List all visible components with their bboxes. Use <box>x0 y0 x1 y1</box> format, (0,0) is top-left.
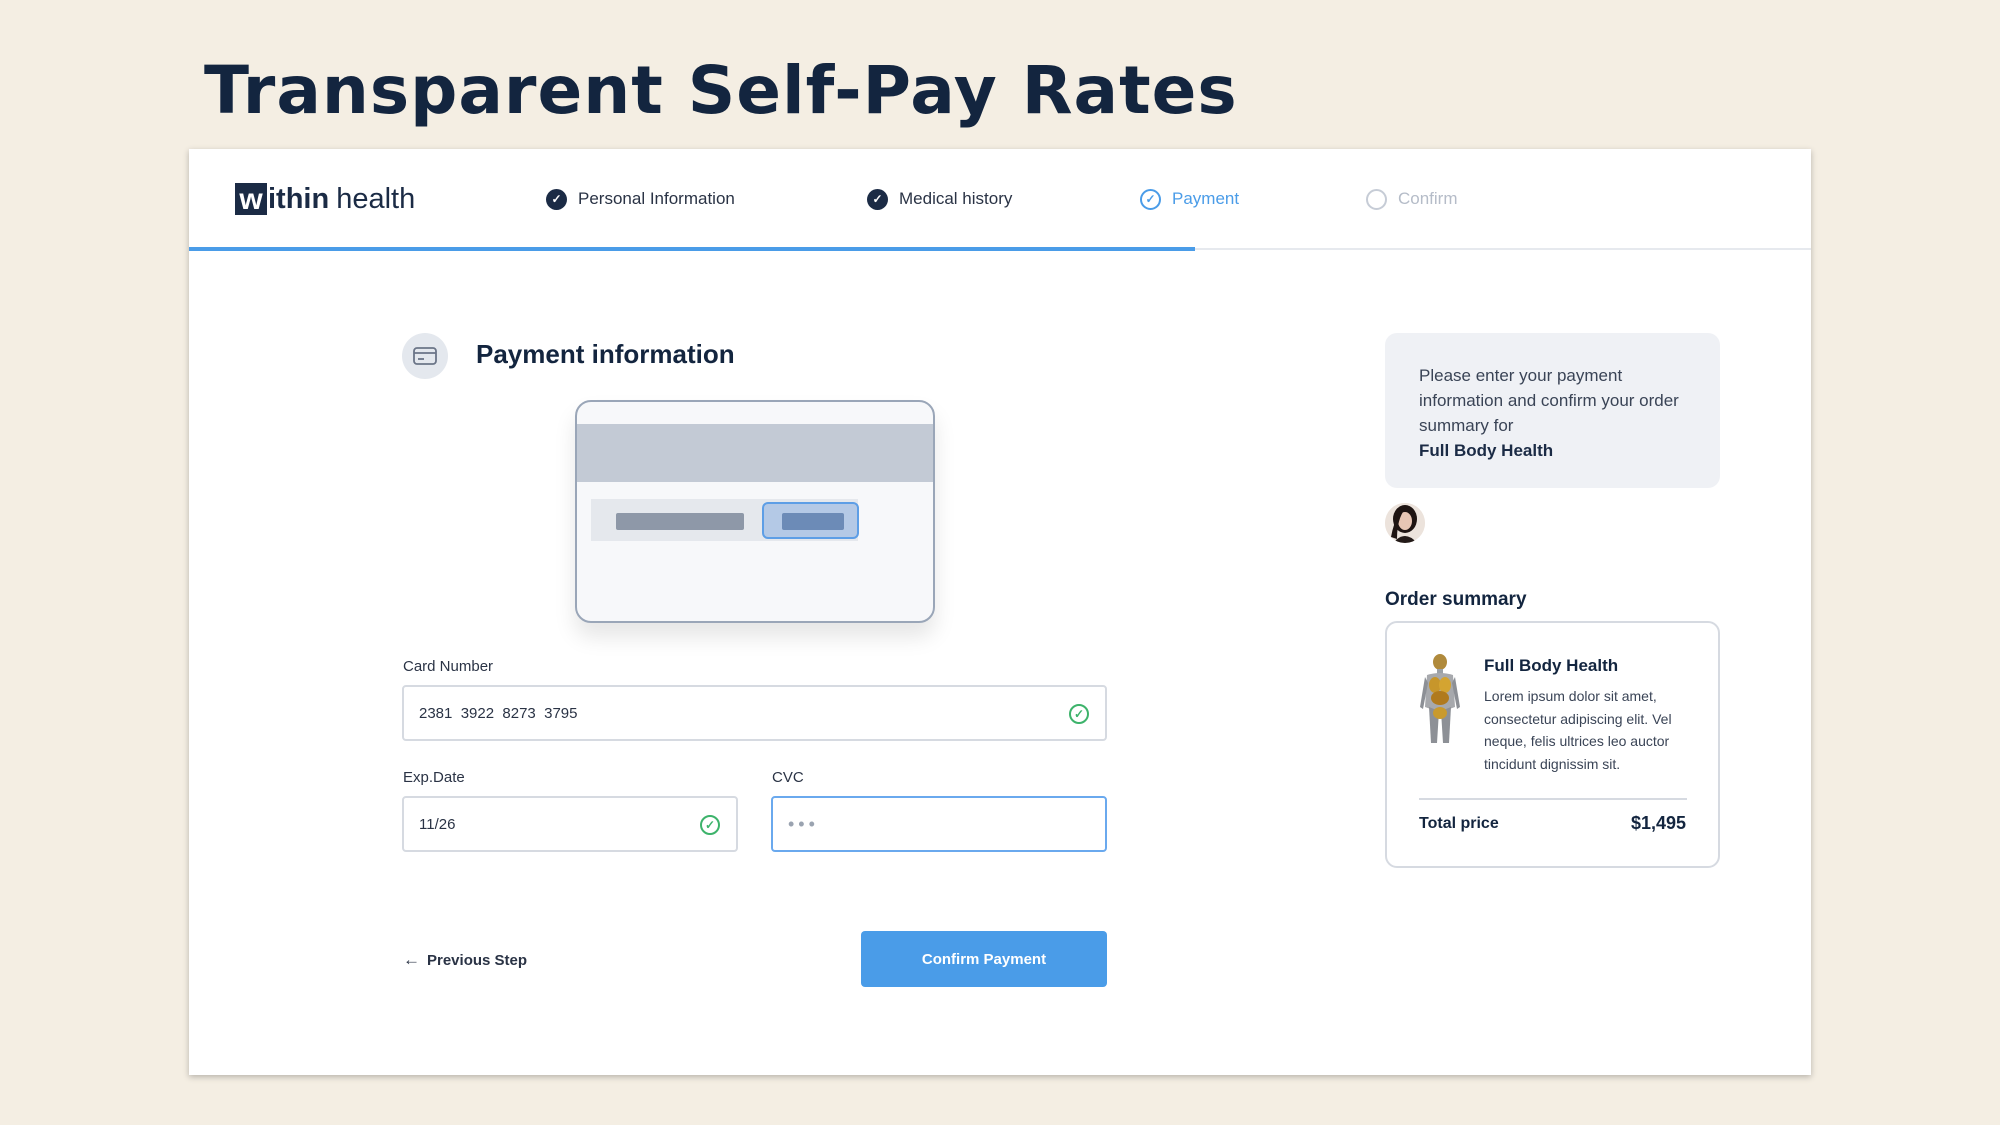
info-text: Please enter your payment information an… <box>1419 366 1679 435</box>
logo-text: ithin <box>268 182 330 215</box>
order-summary-title: Order summary <box>1385 589 1527 610</box>
card-number-label: Card Number <box>403 658 494 675</box>
exp-date-value: 11/26 <box>419 815 456 833</box>
card-signature-bar <box>616 513 744 530</box>
empty-circle-icon <box>1366 188 1387 210</box>
arrow-left-icon: ← <box>403 950 420 969</box>
check-circle-icon: ✓ <box>546 188 567 210</box>
previous-step-link[interactable]: ← Previous Step <box>403 949 527 971</box>
divider <box>1419 798 1687 800</box>
logo-mark: w <box>235 183 267 215</box>
card-magnetic-stripe <box>577 424 933 482</box>
order-summary-card: Full Body Health Lorem ipsum dolor sit a… <box>1385 621 1720 868</box>
payment-heading: Payment information <box>476 339 735 369</box>
exp-date-label: Exp.Date <box>403 769 465 786</box>
info-product: Full Body Health <box>1419 441 1554 460</box>
step-confirm[interactable]: Confirm <box>1366 186 1458 212</box>
step-medical-history[interactable]: ✓ Medical history <box>867 186 1012 212</box>
logo-text-health: health <box>336 182 416 215</box>
total-price-value: $1,495 <box>1630 813 1686 833</box>
card-number-value: 2381 3922 8273 3795 <box>419 704 578 722</box>
step-label: Personal Information <box>578 189 735 208</box>
product-name: Full Body Health <box>1484 656 1619 675</box>
previous-step-label: Previous Step <box>427 951 528 969</box>
card-number-input[interactable]: 2381 3922 8273 3795 ✓ <box>402 685 1107 741</box>
step-label: Medical history <box>899 189 1013 208</box>
avatar <box>1385 503 1425 543</box>
card-cvc-bar <box>782 513 844 530</box>
progress-bar <box>189 247 1195 251</box>
step-personal-information[interactable]: ✓ Personal Information <box>546 186 735 212</box>
header: w ithin health ✓ Personal Information ✓ … <box>189 149 1811 250</box>
step-payment[interactable]: ✓ Payment <box>1140 186 1239 212</box>
confirm-payment-button[interactable]: Confirm Payment <box>861 931 1107 987</box>
step-label: Confirm <box>1398 189 1458 208</box>
check-circle-outline-icon: ✓ <box>1140 188 1161 210</box>
check-circle-icon: ✓ <box>867 188 888 210</box>
credit-card-icon <box>402 333 448 379</box>
app-window: w ithin health ✓ Personal Information ✓ … <box>189 149 1811 1075</box>
slide-title: Transparent Self-Pay Rates <box>204 52 1238 129</box>
cvc-input[interactable]: ••• <box>771 796 1107 852</box>
card-back-illustration <box>575 400 935 623</box>
info-box: Please enter your payment information an… <box>1385 333 1720 488</box>
exp-date-input[interactable]: 11/26 ✓ <box>402 796 738 852</box>
logo[interactable]: w ithin health <box>235 181 415 217</box>
step-label: Payment <box>1172 189 1240 208</box>
check-circle-icon: ✓ <box>1069 704 1089 724</box>
check-circle-icon: ✓ <box>700 815 720 835</box>
cvc-value: ••• <box>788 813 819 834</box>
anatomy-image <box>1417 653 1463 745</box>
product-description: Lorem ipsum dolor sit amet, consectetur … <box>1484 688 1672 772</box>
total-price-label: Total price <box>1419 815 1499 832</box>
cvc-label: CVC <box>772 769 804 786</box>
